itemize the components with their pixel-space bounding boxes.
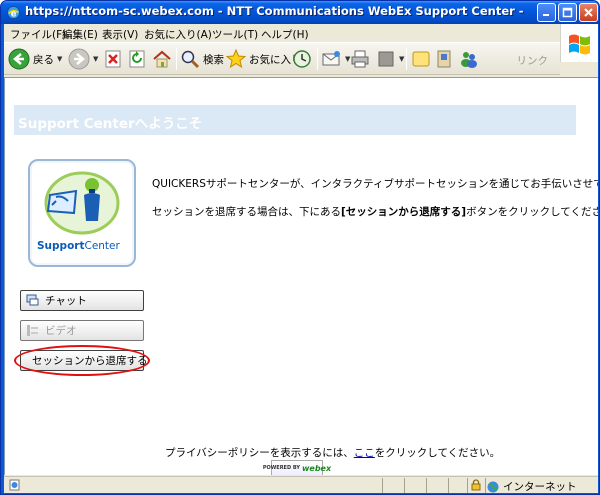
logo-brand-bold: Support bbox=[37, 240, 85, 252]
menu-view[interactable]: 表示(V) bbox=[102, 27, 138, 42]
star-icon bbox=[226, 49, 246, 69]
favorites-button[interactable]: お気に入り bbox=[226, 47, 302, 71]
browser-window: e https://nttcom-sc.webex.com - NTT Comm… bbox=[0, 0, 600, 495]
chat-label: チャット bbox=[45, 295, 87, 307]
webex-logo-text: webex bbox=[302, 463, 332, 473]
title-bar[interactable]: e https://nttcom-sc.webex.com - NTT Comm… bbox=[1, 1, 599, 24]
forward-arrow-icon bbox=[68, 48, 90, 70]
leave-instructions: セッションを退席する場合は、下にある[セッションから退席する]ボタンをクリックし… bbox=[152, 204, 598, 219]
status-panel bbox=[426, 478, 446, 493]
security-zone: インターネット bbox=[487, 479, 577, 494]
privacy-notice: プライバシーポリシーを表示するには、ここをクリックしてください。 bbox=[165, 445, 500, 460]
powered-by-text: POWERED BY bbox=[262, 464, 301, 471]
edit-page-icon bbox=[378, 51, 394, 67]
mail-icon bbox=[322, 51, 340, 66]
svg-text:e: e bbox=[11, 8, 17, 18]
globe-icon bbox=[487, 481, 499, 492]
chat-button[interactable]: チャット bbox=[20, 290, 144, 311]
menu-edit[interactable]: 編集(E) bbox=[62, 27, 98, 42]
refresh-icon bbox=[129, 50, 145, 68]
page-content: Support Centerへようこそ SupportCenter QUICKE… bbox=[4, 77, 598, 475]
windows-logo bbox=[560, 24, 598, 62]
privacy-pre: プライバシーポリシーを表示するには、 bbox=[165, 447, 354, 459]
stop-button[interactable] bbox=[104, 47, 122, 71]
chat-icon bbox=[26, 294, 39, 306]
maximize-button[interactable] bbox=[558, 3, 577, 22]
window-title: https://nttcom-sc.webex.com - NTT Commun… bbox=[25, 4, 525, 18]
messenger-icon bbox=[461, 52, 477, 68]
toolbar-separator bbox=[406, 48, 407, 70]
menu-tools[interactable]: ツール(T) bbox=[212, 27, 258, 42]
history-button[interactable] bbox=[292, 47, 312, 71]
edit-dropdown-icon[interactable]: ▼ bbox=[399, 55, 404, 63]
refresh-button[interactable] bbox=[128, 47, 146, 71]
home-icon bbox=[153, 50, 171, 68]
back-arrow-icon bbox=[8, 48, 30, 70]
mail-button[interactable]: ▼ bbox=[322, 47, 350, 71]
windows-flag-icon bbox=[569, 34, 590, 55]
menu-file[interactable]: ファイル(F) bbox=[10, 27, 66, 42]
welcome-banner: Support Centerへようこそ bbox=[14, 105, 576, 135]
leave-instructions-pre: セッションを退席する場合は、下にある bbox=[152, 206, 341, 218]
menu-favorites[interactable]: お気に入り(A) bbox=[144, 27, 212, 42]
close-button[interactable] bbox=[579, 3, 598, 22]
history-icon bbox=[293, 50, 311, 68]
powered-by-webex-badge[interactable]: POWERED BY webex bbox=[263, 460, 331, 475]
lock-icon bbox=[471, 479, 481, 491]
logo-brand-light: Center bbox=[84, 240, 120, 252]
logo-label: SupportCenter bbox=[37, 240, 129, 252]
edit-button[interactable]: ▼ bbox=[376, 47, 404, 71]
close-icon bbox=[584, 8, 593, 17]
maximize-icon bbox=[562, 7, 573, 18]
messenger-button[interactable] bbox=[459, 47, 479, 71]
links-label[interactable]: リンク bbox=[517, 53, 549, 68]
research-button[interactable] bbox=[435, 47, 455, 71]
support-center-logo: SupportCenter bbox=[28, 159, 136, 267]
toolbar-separator bbox=[317, 48, 318, 70]
video-icon bbox=[27, 325, 38, 336]
leave-instructions-post: ボタンをクリックしてください。 bbox=[466, 206, 598, 218]
ie-icon: e bbox=[6, 5, 21, 20]
print-button[interactable] bbox=[350, 47, 370, 71]
minimize-icon bbox=[543, 14, 549, 16]
privacy-link[interactable]: ここ bbox=[354, 447, 375, 459]
status-bar: インターネット bbox=[4, 476, 598, 493]
stop-icon bbox=[105, 50, 121, 68]
video-label: ビデオ bbox=[45, 325, 77, 337]
research-icon bbox=[437, 50, 451, 68]
forward-button[interactable]: ▼ bbox=[68, 47, 98, 71]
back-label: 戻る bbox=[33, 53, 54, 66]
support-center-icon bbox=[44, 171, 120, 235]
print-icon bbox=[351, 50, 369, 68]
menu-bar: ファイル(F) 編集(E) 表示(V) お気に入り(A) ツール(T) ヘルプ(… bbox=[4, 24, 598, 43]
leave-instructions-bold: [セッションから退席する] bbox=[341, 206, 467, 218]
status-panel bbox=[404, 478, 424, 493]
search-button[interactable]: 検索 bbox=[180, 47, 224, 71]
discuss-button[interactable] bbox=[411, 47, 431, 71]
search-label: 検索 bbox=[203, 53, 224, 66]
status-panel bbox=[448, 478, 466, 493]
home-button[interactable] bbox=[152, 47, 172, 71]
toolbar: 戻る ▼ ▼ 検索 お気に入り ▼ ▼ リンク bbox=[4, 43, 560, 75]
note-icon bbox=[412, 51, 430, 67]
status-panel bbox=[382, 478, 402, 493]
toolbar-separator bbox=[176, 48, 177, 70]
minimize-button[interactable] bbox=[537, 3, 556, 22]
page-status-icon bbox=[9, 479, 20, 491]
back-button[interactable]: 戻る ▼ bbox=[8, 47, 62, 71]
menu-help[interactable]: ヘルプ(H) bbox=[261, 27, 309, 42]
intro-text: QUICKERSサポートセンターが、インタラクティブサポートセッションを通じてお… bbox=[152, 178, 598, 190]
back-dropdown-icon[interactable]: ▼ bbox=[57, 55, 62, 63]
forward-dropdown-icon[interactable]: ▼ bbox=[93, 55, 98, 63]
security-zone-label: インターネット bbox=[503, 481, 577, 493]
privacy-post: をクリックしてください。 bbox=[374, 447, 501, 459]
page-title: Support Centerへようこそ bbox=[18, 116, 203, 132]
search-icon bbox=[181, 50, 200, 69]
browser-client: ファイル(F) 編集(E) 表示(V) お気に入り(A) ツール(T) ヘルプ(… bbox=[4, 24, 598, 493]
video-button[interactable]: ビデオ bbox=[20, 320, 144, 341]
highlight-annotation bbox=[14, 345, 150, 376]
